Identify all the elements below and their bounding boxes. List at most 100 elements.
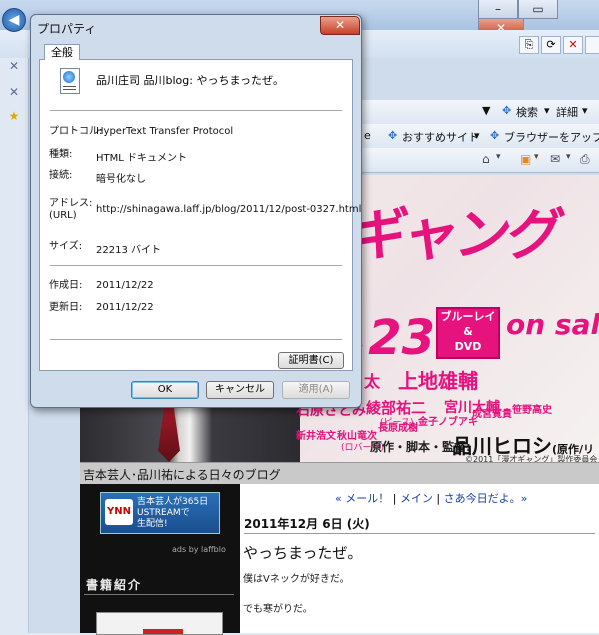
compat-view-icon[interactable]: ⎘ <box>519 36 539 54</box>
post-date: 2011年12月 6日 (火) <box>244 517 370 531</box>
book-cover-band <box>143 629 183 634</box>
ad-text-line: 吉本芸人が365日 <box>137 497 209 507</box>
close-tab-icon[interactable]: ✕ <box>6 84 22 100</box>
address-label-line: アドレス: <box>49 198 93 209</box>
home-icon[interactable]: ⌂ <box>482 152 490 166</box>
post-body-line: 僕はVネックが好きだ。 <box>243 574 350 585</box>
type-label: 種類: <box>49 149 73 160</box>
cast-name: 長原成樹 <box>378 423 418 434</box>
cast-name: 上地雄輔 <box>398 369 478 393</box>
divider <box>84 594 234 595</box>
ad-text-line: USTREAMで <box>137 508 190 518</box>
command-bar: ⌂ ▾ ▣ ▾ ✉ ▾ ⎙ <box>362 148 599 173</box>
maximize-button[interactable]: ▭ <box>518 0 558 19</box>
connection-value: 暗号化なし <box>96 174 146 185</box>
back-button[interactable]: ◀ <box>2 8 26 32</box>
apply-button[interactable]: 適用(A) <box>282 381 350 399</box>
feeds-icon[interactable]: ▣ <box>520 152 531 166</box>
ok-button[interactable]: OK <box>131 381 199 399</box>
bluray-amp: & <box>463 325 473 338</box>
refresh-icon[interactable]: ⟳ <box>541 36 561 54</box>
updated-label: 更新日: <box>49 302 83 313</box>
mail-dropdown-icon[interactable]: ▾ <box>566 152 571 162</box>
address-label-line: (URL) <box>49 210 77 221</box>
properties-dialog: プロパティ ✕ 全般 品川庄司 品川blog: やっちまったぜ。 プロトコル: … <box>30 14 362 408</box>
favorites-partial-item[interactable]: e <box>364 129 371 142</box>
book-cover-image[interactable] <box>96 612 223 635</box>
address-value: http://shinagawa.laff.jp/blog/2011/12/po… <box>96 204 362 215</box>
details-button[interactable]: 詳細 <box>556 104 578 120</box>
bluray-label: ブルーレイ <box>440 310 496 323</box>
favorites-star-icon[interactable]: ★ <box>6 108 22 124</box>
created-value: 2011/12/22 <box>96 280 154 291</box>
ynn-logo: YNN <box>105 499 133 525</box>
cancel-button[interactable]: キャンセル <box>206 381 274 399</box>
favorites-bar: e ✥ おすすめサイト ▾ ✥ ブラウザーをアップ... <box>362 124 599 149</box>
next-post-link[interactable]: さあ今日だよ。» <box>444 492 528 505</box>
search-box-edge[interactable] <box>585 36 599 54</box>
post-body-line: でも寒がりだ。 <box>243 604 313 615</box>
suggested-sites-link[interactable]: おすすめサイト <box>402 129 479 145</box>
post-title: やっちまったぜ。 <box>243 544 363 562</box>
type-value: HTML ドキュメント <box>96 153 188 164</box>
ads-by-label: ads by laffblo <box>172 545 226 554</box>
web-slice-icon: ✥ <box>490 129 500 142</box>
search-button[interactable]: 検索 <box>516 104 538 120</box>
window-controls: – ▭✕ <box>478 0 599 38</box>
home-dropdown-icon[interactable]: ▾ <box>496 152 501 162</box>
print-icon[interactable]: ⎙ <box>580 152 590 167</box>
cast-name: 新井浩文 <box>296 431 336 442</box>
bluray-dvd-badge: ブルーレイ & DVD <box>436 307 500 359</box>
dialog-close-button[interactable]: ✕ <box>320 16 360 35</box>
protocol-value: HyperText Transfer Protocol <box>96 126 234 137</box>
address-label: アドレス: (URL) <box>49 198 92 222</box>
post-navigation: « メール！ | メイン | さあ今日だよ。» <box>335 490 527 506</box>
general-tab-panel: 品川庄司 品川blog: やっちまったぜ。 プロトコル: HyperText T… <box>39 59 361 371</box>
page-name: 品川庄司 品川blog: やっちまったぜ。 <box>96 74 285 87</box>
cast-name: 笹野高史 <box>512 405 552 416</box>
dialog-title: プロパティ <box>37 22 97 36</box>
divider <box>50 265 342 266</box>
size-label: サイズ: <box>49 241 83 252</box>
created-label: 作成日: <box>49 280 83 291</box>
search-engine-icon: ✥ <box>502 104 512 117</box>
browser-left-edge <box>0 58 29 633</box>
nav-separator: | <box>389 492 400 505</box>
feeds-dropdown-icon[interactable]: ▾ <box>534 152 539 162</box>
search-dropdown-icon[interactable]: ▾ <box>544 104 550 117</box>
poster-release-date: .23 <box>350 310 436 366</box>
divider <box>50 110 342 111</box>
connection-label: 接続: <box>49 170 73 181</box>
suggested-sites-icon: ✥ <box>388 129 398 142</box>
ad-text: 吉本芸人が365日 USTREAMで 生配信! <box>137 497 208 530</box>
size-value: 22213 バイト <box>96 245 161 256</box>
on-sale-text: on sale <box>506 308 599 341</box>
ynn-ad-banner[interactable]: YNN 吉本芸人が365日 USTREAMで 生配信! <box>100 492 220 534</box>
close-tab-icon[interactable]: ✕ <box>6 58 22 74</box>
dropdown-arrow-icon[interactable]: ▼ <box>482 104 490 117</box>
minimize-button[interactable]: – <box>478 0 518 19</box>
divider <box>244 533 595 534</box>
suggested-sites-dropdown-icon[interactable]: ▾ <box>474 129 480 142</box>
html-document-icon <box>60 68 80 94</box>
protocol-label: プロトコル: <box>49 126 103 137</box>
mail-icon[interactable]: ✉ <box>550 152 560 166</box>
nav-separator: | <box>432 492 444 505</box>
search-toolbar: ▼ ✥ 検索 ▾ 詳細 ▾ <box>362 100 599 125</box>
stop-icon[interactable]: ✕ <box>563 36 583 54</box>
blog-header-bar: 吉本芸人･品川祐による日々のブログ <box>80 462 599 486</box>
dvd-label: DVD <box>454 340 482 353</box>
ad-text-line: 生配信! <box>137 519 168 529</box>
details-dropdown-icon[interactable]: ▾ <box>582 104 588 117</box>
cast-name: 金子ノブアキ <box>418 417 478 428</box>
prev-post-link[interactable]: « メール！ <box>335 492 389 505</box>
cast-name: 成宮寛貴 <box>472 409 512 420</box>
cast-name: 太 <box>364 372 381 391</box>
certificate-button[interactable]: 証明書(C) <box>278 352 344 369</box>
blog-description: 吉本芸人･品川祐による日々のブログ <box>83 468 281 482</box>
main-page-link[interactable]: メイン <box>400 492 433 505</box>
tab-general[interactable]: 全般 <box>44 44 80 60</box>
browser-upgrade-link[interactable]: ブラウザーをアップ... <box>504 129 599 145</box>
divider <box>50 339 342 340</box>
updated-value: 2011/12/22 <box>96 302 154 313</box>
